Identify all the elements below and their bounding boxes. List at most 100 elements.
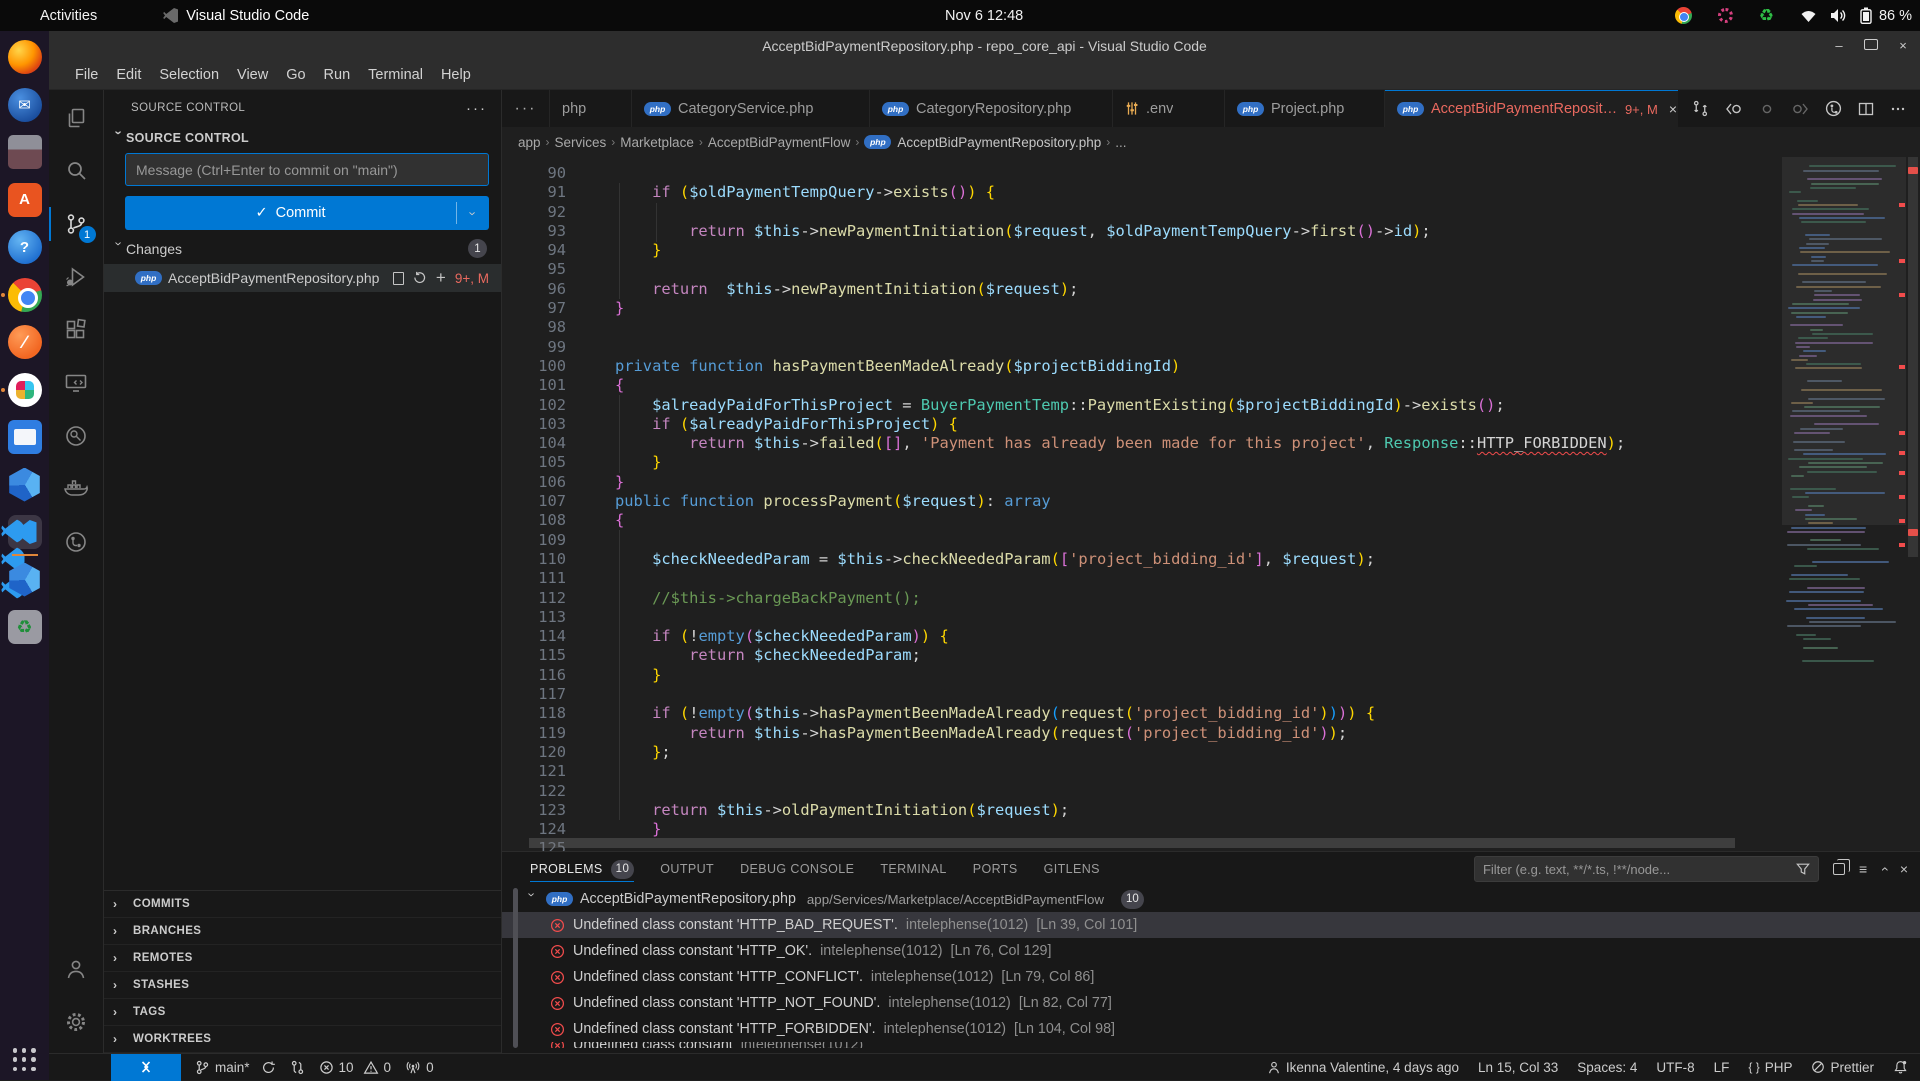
cursor-position[interactable]: Ln 15, Col 33	[1478, 1060, 1558, 1075]
menu-view[interactable]: View	[228, 67, 277, 83]
code-line-116[interactable]: 116 }	[502, 666, 1782, 685]
more-actions-icon[interactable]	[1890, 101, 1906, 117]
code-line-102[interactable]: 102 $alreadyPaidForThisProject = BuyerPa…	[502, 396, 1782, 415]
open-changes-icon[interactable]	[1692, 100, 1709, 117]
code-line-105[interactable]: 105 }	[502, 453, 1782, 472]
code-line-122[interactable]: 122	[502, 782, 1782, 801]
problem-row[interactable]: Undefined class constantintelephense(101…	[502, 1042, 1920, 1048]
extensions-icon[interactable]	[49, 305, 104, 355]
code-line-104[interactable]: 104 return $this->failed([], 'Payment ha…	[502, 434, 1782, 453]
breadcrumb-item[interactable]: Marketplace	[620, 135, 694, 150]
problem-row[interactable]: Undefined class constant 'HTTP_NOT_FOUND…	[502, 990, 1920, 1016]
tray-recycle-icon[interactable]: ♻	[1759, 7, 1774, 24]
dock-firefox-icon[interactable]	[8, 40, 42, 74]
activities-button[interactable]: Activities	[40, 8, 97, 24]
problems-indicator[interactable]: 10 0	[319, 1060, 392, 1075]
problem-row[interactable]: Undefined class constant 'HTTP_BAD_REQUE…	[502, 912, 1920, 938]
dock-vscode-icon[interactable]	[8, 515, 42, 549]
code-line-99[interactable]: 99	[502, 338, 1782, 357]
gitlens-compare-icon[interactable]	[290, 1060, 305, 1075]
problem-row[interactable]: Undefined class constant 'HTTP_FORBIDDEN…	[502, 1016, 1920, 1042]
code-line-111[interactable]: 111	[502, 569, 1782, 588]
problem-row[interactable]: Undefined class constant 'HTTP_CONFLICT'…	[502, 964, 1920, 990]
code-line-107[interactable]: 107public function processPayment($reque…	[502, 492, 1782, 511]
tab-categoryrepository-php[interactable]: phpCategoryRepository.php	[870, 90, 1113, 127]
account-icon[interactable]	[49, 944, 104, 994]
code-line-91[interactable]: 91 if ($oldPaymentTempQuery->exists()) {	[502, 183, 1782, 202]
run-debug-icon[interactable]	[49, 252, 104, 302]
gitlens-graph-icon[interactable]	[1825, 100, 1842, 117]
scm-section-tags[interactable]: ›TAGS	[104, 999, 501, 1026]
ports-indicator[interactable]: 0	[405, 1060, 434, 1075]
code-line-100[interactable]: 100private function hasPaymentBeenMadeAl…	[502, 357, 1782, 376]
breadcrumb-tail[interactable]: ...	[1115, 135, 1126, 150]
window-titlebar[interactable]: AcceptBidPaymentRepository.php - repo_co…	[49, 31, 1920, 60]
current-change-icon[interactable]	[1759, 101, 1775, 117]
code-line-98[interactable]: 98	[502, 318, 1782, 337]
stage-changes-icon[interactable]: +	[436, 268, 446, 288]
code-line-93[interactable]: 93 return $this->newPaymentInitiation($r…	[502, 222, 1782, 241]
branch-indicator[interactable]: main*	[195, 1060, 276, 1075]
dock-postman-icon[interactable]: ∕	[8, 325, 42, 359]
code-line-94[interactable]: 94 }	[502, 241, 1782, 260]
scm-section-header[interactable]: › SOURCE CONTROL	[104, 126, 501, 153]
dock-software-center-icon[interactable]: A	[8, 183, 42, 217]
panel-tab-ports[interactable]: PORTS	[973, 852, 1018, 886]
scm-section-commits[interactable]: ›COMMITS	[104, 891, 501, 918]
close-panel-icon[interactable]: ×	[1900, 861, 1908, 877]
tab-acceptbidpaymentrepository-php[interactable]: phpAcceptBidPaymentRepository.php9+, M×	[1385, 90, 1690, 127]
code-line-92[interactable]: 92	[502, 203, 1782, 222]
menu-file[interactable]: File	[66, 67, 107, 83]
close-button[interactable]: ×	[1896, 38, 1910, 53]
settings-icon[interactable]	[49, 997, 104, 1047]
panel-tab-output[interactable]: OUTPUT	[660, 852, 714, 886]
scm-section-branches[interactable]: ›BRANCHES	[104, 918, 501, 945]
focused-app-indicator[interactable]: Visual Studio Code	[163, 8, 309, 24]
git-blame-indicator[interactable]: Ikenna Valentine, 4 days ago	[1267, 1060, 1459, 1075]
volume-icon[interactable]	[1830, 8, 1847, 23]
explorer-icon[interactable]	[49, 93, 104, 143]
dock-blue-app-1-icon[interactable]	[8, 468, 42, 502]
dock-files-icon[interactable]	[8, 135, 42, 169]
encoding-indicator[interactable]: UTF-8	[1656, 1060, 1694, 1075]
discard-changes-icon[interactable]	[413, 271, 427, 285]
code-line-97[interactable]: 97}	[502, 299, 1782, 318]
code-line-101[interactable]: 101{	[502, 376, 1782, 395]
code-line-124[interactable]: 124 }	[502, 820, 1782, 839]
code-line-90[interactable]: 90	[502, 164, 1782, 183]
tab-categoryservice-php[interactable]: phpCategoryService.php	[632, 90, 870, 127]
scm-section-remotes[interactable]: ›REMOTES	[104, 945, 501, 972]
menu-edit[interactable]: Edit	[107, 67, 150, 83]
dock-help-icon[interactable]: ?	[8, 230, 42, 264]
battery-icon[interactable]	[1860, 7, 1872, 24]
open-file-icon[interactable]	[393, 272, 404, 285]
menu-run[interactable]: Run	[315, 67, 360, 83]
code-line-113[interactable]: 113	[502, 608, 1782, 627]
code-line-108[interactable]: 108{	[502, 511, 1782, 530]
maximize-button[interactable]	[1864, 38, 1878, 53]
commit-dropdown-button[interactable]: ›	[457, 206, 489, 221]
breadcrumb-item[interactable]: Services	[555, 135, 607, 150]
code-line-95[interactable]: 95	[502, 260, 1782, 279]
problems-filter-input[interactable]: Filter (e.g. text, **/*.ts, !**/node...	[1474, 856, 1819, 882]
previous-change-icon[interactable]	[1725, 101, 1743, 117]
horizontal-scrollbar[interactable]	[529, 838, 1760, 848]
dock-thunderbird-icon[interactable]: ✉	[8, 88, 42, 122]
split-editor-icon[interactable]	[1858, 101, 1874, 117]
formatter-indicator[interactable]: Prettier	[1811, 1060, 1874, 1075]
source-control-icon[interactable]: 1	[49, 199, 104, 249]
more-actions-icon[interactable]: ···	[466, 100, 487, 117]
next-change-icon[interactable]	[1791, 101, 1809, 117]
git-graph-icon[interactable]	[49, 517, 104, 567]
problem-row[interactable]: Undefined class constant 'HTTP_OK'.intel…	[502, 938, 1920, 964]
panel-tab-terminal[interactable]: TERMINAL	[880, 852, 946, 886]
language-indicator[interactable]: { } PHP	[1748, 1060, 1792, 1075]
commit-button[interactable]: ✓ Commit ›	[125, 196, 489, 230]
indentation-indicator[interactable]: Spaces: 4	[1577, 1060, 1637, 1075]
show-applications-button[interactable]	[13, 1048, 37, 1072]
code-line-118[interactable]: 118 if (!empty($this->hasPaymentBeenMade…	[502, 704, 1782, 723]
code-line-120[interactable]: 120 };	[502, 743, 1782, 762]
menu-go[interactable]: Go	[277, 67, 314, 83]
code-line-106[interactable]: 106}	[502, 473, 1782, 492]
commit-message-input[interactable]: Message (Ctrl+Enter to commit on "main")	[125, 153, 489, 186]
